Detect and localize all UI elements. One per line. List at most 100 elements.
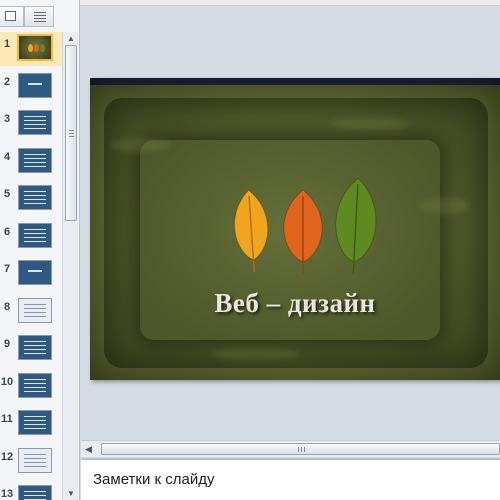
slide-thumbnail-13[interactable]: 13 — [0, 482, 62, 500]
slide-thumbnail-2[interactable]: 2 — [0, 70, 62, 104]
thumbnail-text-line — [24, 157, 46, 159]
thumbnail-image — [17, 34, 53, 61]
slide-thumbnail-5[interactable]: 5 — [0, 182, 62, 216]
leaf-1 — [233, 189, 269, 272]
thumbnail-text-line — [24, 386, 46, 388]
slide-number: 2 — [3, 75, 11, 88]
grip-line — [304, 447, 305, 452]
thumbnail-text-line — [24, 228, 46, 230]
thumbnail-text-line — [24, 315, 46, 317]
slides-icon — [5, 11, 16, 21]
slides-tab[interactable] — [0, 6, 24, 27]
leaves-illustration — [233, 177, 377, 274]
scroll-up-icon[interactable]: ▲ — [63, 32, 79, 45]
thumbnail-text-line — [24, 191, 46, 192]
thumbnail-text-line — [24, 203, 46, 204]
thumbnail-text-line — [28, 82, 42, 85]
thumbnail-text-line — [24, 128, 46, 129]
thumbnail-text-line — [24, 382, 46, 384]
grip-line — [301, 447, 302, 452]
leaf-mini-icon — [28, 44, 33, 52]
thumbnail-image — [18, 110, 52, 135]
slide-thumbnail-6[interactable]: 6 — [0, 220, 62, 254]
thumbnail-text-line — [24, 240, 46, 242]
slide-number: 3 — [3, 113, 11, 125]
slide-thumbnail-8[interactable]: 8 — [0, 295, 62, 329]
scroll-down-icon[interactable]: ▼ — [63, 487, 79, 500]
thumbnail-image — [18, 335, 52, 360]
slide-thumbnail-4[interactable]: 4 — [0, 145, 62, 179]
slide-thumbnail-3[interactable]: 3 — [0, 107, 62, 141]
thumbnail-text-line — [24, 495, 46, 496]
thumbnail-text-line — [24, 416, 46, 417]
slide-number: 11 — [1, 413, 13, 425]
thumbnail-text-line — [24, 303, 46, 305]
slide-number: 6 — [3, 225, 11, 238]
thumbnail-image — [18, 72, 52, 98]
leaf-3 — [335, 177, 377, 274]
thumbnail-image — [18, 185, 52, 210]
slide-horizontal-scrollbar[interactable]: ◀ — [81, 440, 500, 457]
slide-number: 1 — [3, 38, 11, 50]
leaf-2 — [283, 189, 323, 274]
grip-line — [298, 447, 299, 452]
slide-number: 13 — [0, 488, 14, 500]
thumbnail-text-line — [24, 116, 46, 117]
scroll-left-icon[interactable]: ◀ — [85, 443, 97, 455]
slide-thumbnail-1[interactable]: 1 — [0, 32, 62, 66]
thumbnail-text-line — [24, 424, 46, 425]
scrollbar-thumb[interactable] — [65, 45, 77, 221]
slide-number: 8 — [3, 300, 11, 313]
slide-number: 4 — [3, 150, 11, 163]
thumbnail-text-line — [24, 311, 46, 313]
slide-number: 12 — [0, 450, 14, 463]
pane-tabs: × — [0, 6, 80, 27]
thumbnail-text-line — [24, 161, 46, 163]
thumbnail-text-line — [24, 120, 46, 121]
thumbnail-text-line — [24, 307, 46, 309]
thumbnail-scrollbar[interactable]: ▲ ▼ — [62, 32, 78, 500]
thumbnail-image — [18, 297, 52, 323]
slides-pane: × 12345678910111213 ▲ ▼ — [0, 0, 80, 500]
slide-thumbnail-10[interactable]: 10 — [0, 370, 62, 404]
thumbnail-text-line — [24, 428, 46, 429]
thumbnail-text-line — [24, 378, 46, 380]
thumbnail-image — [18, 222, 52, 248]
outline-tab[interactable] — [24, 6, 54, 27]
slide-number: 9 — [3, 338, 11, 350]
grip-line — [69, 136, 74, 137]
slide-thumbnail-9[interactable]: 9 — [0, 332, 62, 366]
slide-thumbnail-11[interactable]: 11 — [0, 407, 62, 441]
thumbnail-text-line — [24, 353, 46, 354]
outline-icon — [34, 12, 46, 22]
slide-number: 7 — [3, 263, 11, 275]
thumbnail-text-line — [24, 345, 46, 346]
slide-number: 10 — [0, 375, 14, 388]
horizontal-scrollbar-thumb[interactable] — [101, 443, 500, 455]
thumbnail-text-line — [24, 457, 46, 459]
slide-title[interactable]: Веб – дизайн — [90, 288, 500, 319]
leaf-mini-icon — [34, 44, 39, 52]
thumbnail-text-line — [24, 453, 46, 455]
notes-pane[interactable]: Заметки к слайду — [81, 458, 500, 500]
notes-placeholder[interactable]: Заметки к слайду — [93, 471, 215, 488]
thumbnail-text-line — [24, 124, 46, 125]
thumbnail-text-line — [24, 232, 46, 234]
thumbnail-text-line — [28, 270, 42, 272]
slide-thumbnail-7[interactable]: 7 — [0, 257, 62, 291]
thumbnail-text-line — [24, 195, 46, 196]
thumbnail-image — [18, 410, 52, 435]
thumbnail-text-line — [24, 491, 46, 492]
thumbnail-text-line — [24, 390, 46, 392]
thumbnail-text-line — [24, 349, 46, 350]
leaf-mini-icon — [40, 44, 45, 52]
thumbnail-text-line — [24, 465, 46, 467]
thumbnail-text-line — [24, 199, 46, 200]
current-slide[interactable]: Веб – дизайн — [90, 78, 500, 380]
thumbnail-list: 1 2 3 4 5 6 7 8 9 10 11 12 13 — [0, 32, 62, 500]
thumbnail-text-line — [24, 461, 46, 463]
thumbnail-image — [18, 372, 52, 398]
thumbnail-text-line — [24, 153, 46, 155]
slide-thumbnail-12[interactable]: 12 — [0, 445, 62, 479]
thumbnail-image — [18, 447, 52, 473]
